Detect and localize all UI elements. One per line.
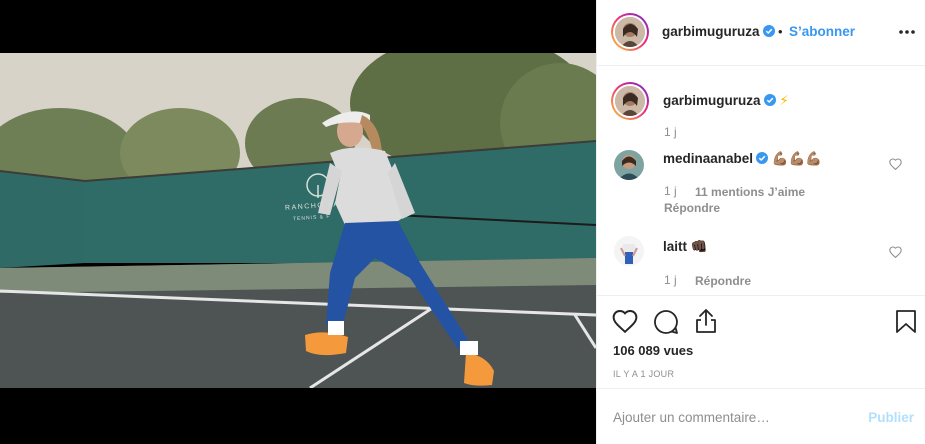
- reply-button[interactable]: Répondre: [664, 201, 720, 215]
- caption-username[interactable]: garbimuguruza: [663, 93, 761, 108]
- author-username[interactable]: garbimuguruza: [662, 24, 760, 39]
- comment-text: 💪🏽💪🏽💪🏽: [771, 151, 823, 166]
- post-header: garbimuguruza • S’abonner: [597, 0, 925, 66]
- post-video[interactable]: RANCHO VA TENNIS & F: [0, 53, 596, 388]
- post-panel: garbimuguruza • S’abonner garbimuguruza …: [596, 0, 925, 444]
- caption-avatar[interactable]: [611, 82, 649, 120]
- view-count[interactable]: 106 089 vues: [613, 343, 693, 358]
- reply-button[interactable]: Répondre: [695, 274, 751, 288]
- comment-avatar[interactable]: [614, 150, 644, 180]
- comment-item: medinaanabel 💪🏽💪🏽💪🏽: [663, 151, 822, 167]
- publish-button[interactable]: Publier: [868, 410, 914, 425]
- heart-icon[interactable]: [889, 158, 902, 170]
- author-avatar[interactable]: [611, 13, 649, 51]
- comment-text: 👊🏿: [690, 239, 708, 254]
- comment-time[interactable]: 1 j: [664, 273, 677, 287]
- more-options-icon[interactable]: [898, 26, 916, 38]
- caption-time[interactable]: 1 j: [664, 125, 677, 139]
- header-separator: •: [778, 24, 783, 39]
- verified-badge-icon: [763, 94, 776, 106]
- share-icon[interactable]: [694, 308, 718, 334]
- comments-section: garbimuguruza ⚡ 1 j medinaanabel 💪🏽💪🏽💪🏽 …: [597, 67, 925, 296]
- comment-item: laitt 👊🏿: [663, 239, 708, 255]
- comment-username[interactable]: laitt: [663, 239, 687, 254]
- follow-button[interactable]: S’abonner: [789, 24, 855, 39]
- heart-icon[interactable]: [612, 309, 638, 333]
- heart-icon[interactable]: [889, 246, 902, 258]
- comment-username[interactable]: medinaanabel: [663, 151, 753, 166]
- comment-icon[interactable]: [653, 309, 679, 335]
- add-comment-bar: Ajouter un commentaire… Publier: [597, 390, 925, 444]
- post-date[interactable]: IL Y A 1 JOUR: [613, 369, 674, 379]
- post-actions: 106 089 vues IL Y A 1 JOUR: [597, 297, 925, 389]
- comment-avatar[interactable]: [614, 236, 644, 266]
- verified-badge-icon: [756, 152, 769, 164]
- verified-badge-icon: [762, 25, 775, 37]
- media-area: RANCHO VA TENNIS & F: [0, 0, 596, 444]
- bookmark-icon[interactable]: [895, 309, 917, 334]
- comment-input[interactable]: Ajouter un commentaire…: [613, 410, 770, 425]
- caption: garbimuguruza ⚡: [663, 93, 789, 109]
- comment-time[interactable]: 1 j: [664, 184, 677, 198]
- comment-likes[interactable]: 11 mentions J’aime: [695, 185, 805, 199]
- caption-text: ⚡: [779, 93, 789, 108]
